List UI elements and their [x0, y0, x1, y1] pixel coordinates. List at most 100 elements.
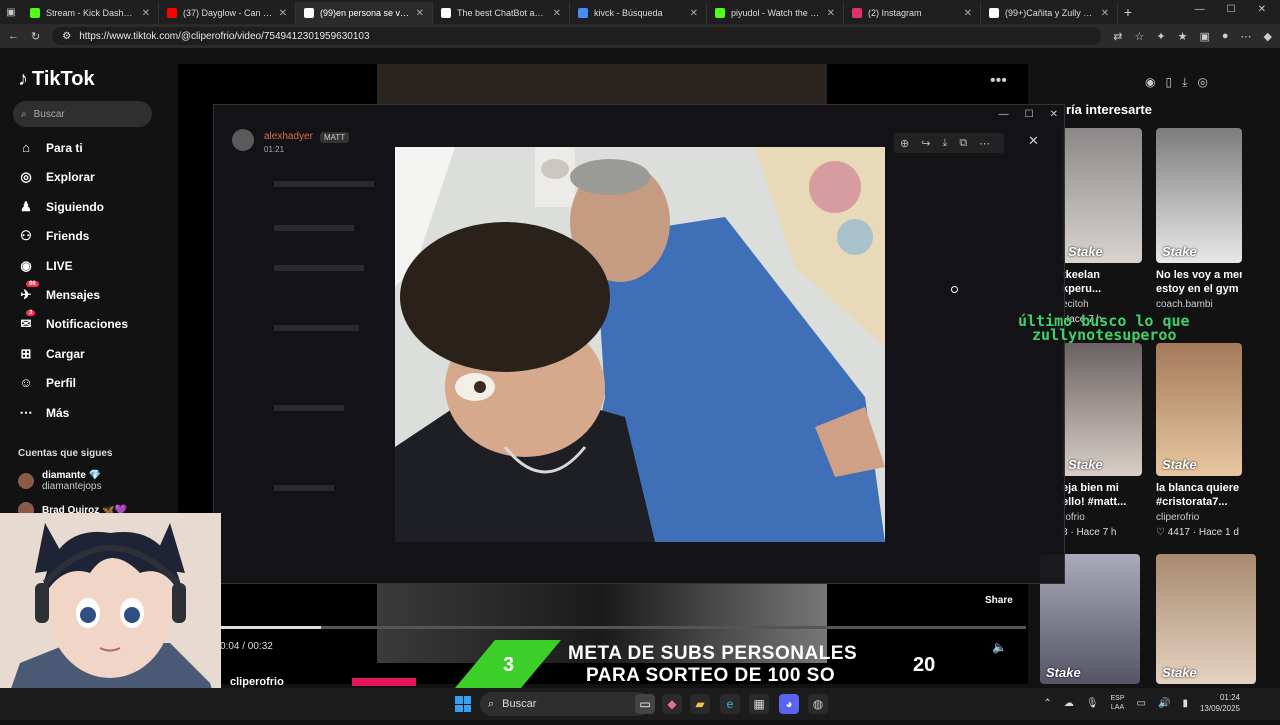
battery-icon[interactable]: ▮ [1182, 698, 1188, 709]
obs-icon[interactable]: ◍ [808, 694, 828, 714]
search-input[interactable]: ⌕ Buscar [13, 101, 152, 127]
avatar[interactable]: ◎ [1197, 75, 1207, 89]
collections-icon[interactable]: ▣ [1199, 30, 1209, 43]
open-external-icon[interactable]: ⧉ [959, 137, 967, 150]
tab-close-icon[interactable]: ✕ [279, 8, 287, 19]
browser-tab[interactable]: The best ChatBot and Widg ✕ [433, 2, 570, 24]
url-field[interactable]: ⚙ https://www.tiktok.com/@cliperofrio/vi… [52, 27, 1102, 45]
nav-item-mensajes[interactable]: ✈ 96 Mensajes [18, 281, 100, 303]
nav-item-live[interactable]: ◉ LIVE [18, 258, 72, 274]
nav-item-siguiendo[interactable]: ♟ Siguiendo [18, 199, 104, 215]
browser-tab[interactable]: (99+)Cañita y Zully Reencu ✕ [981, 2, 1118, 24]
nav-label: Para ti [46, 140, 83, 155]
share-button[interactable]: Share [985, 595, 1013, 606]
maximize-icon[interactable]: ☐ [1227, 4, 1236, 15]
menu-icon[interactable]: ⋯ [1241, 30, 1252, 43]
phone-icon[interactable]: ▯ [1165, 75, 1172, 89]
tab-close-icon[interactable]: ✕ [690, 8, 698, 19]
browser-tab[interactable]: kivck - Búsqueda ✕ [570, 2, 707, 24]
tab-close-icon[interactable]: ✕ [553, 8, 561, 19]
browser-tab[interactable]: (37) Dayglow - Can I Call You ✕ [159, 2, 296, 24]
network-icon[interactable]: ▭ [1137, 698, 1146, 709]
tab-title: (37) Dayglow - Can I Call You [183, 8, 273, 18]
tab-close-icon[interactable]: ✕ [1101, 8, 1109, 19]
video-thumbnail[interactable]: Stake [1062, 128, 1142, 263]
recommended-video-card[interactable]: Stake tkeelan kperu... ecitoh Hace 7 h [1062, 128, 1142, 325]
recommended-video-card[interactable]: Stake eja bien mi ello! #matt... rofrio … [1062, 343, 1142, 538]
recommended-video-card[interactable]: Stake [1156, 554, 1256, 684]
message-username[interactable]: alexhadyer [264, 131, 313, 142]
coin-icon[interactable]: ◉ [1145, 75, 1155, 89]
goal-title-line1: META DE SUBS PERSONALES [568, 643, 858, 664]
star-icon[interactable]: ☆ [1135, 30, 1145, 43]
viewer-dismiss-icon[interactable]: ✕ [1028, 133, 1039, 149]
site-info-icon[interactable]: ⚙ [62, 31, 71, 42]
chevron-up-icon[interactable]: ⌃ [1043, 698, 1051, 709]
zoom-icon[interactable]: ⊕ [900, 137, 909, 150]
windows-start-icon[interactable] [455, 696, 471, 712]
copilot-app-icon[interactable]: ◆ [662, 694, 682, 714]
taskbar-search[interactable]: ⌕ Buscar [480, 692, 650, 716]
nav-item-cargar[interactable]: ⊞ Cargar [18, 346, 85, 362]
download-image-icon[interactable]: ⤓ [942, 137, 947, 150]
video-author[interactable]: cliperofrio [230, 676, 284, 688]
more-options-icon[interactable]: ••• [990, 72, 1007, 90]
mic-icon[interactable]: 🎙 [1086, 698, 1099, 709]
tab-close-icon[interactable]: ✕ [964, 8, 972, 19]
viewer-close-icon[interactable]: ✕ [1050, 109, 1058, 120]
minimize-icon[interactable]: — [1195, 4, 1205, 15]
tab-actions-icon[interactable]: ▣ [0, 7, 22, 18]
discord-icon[interactable]: ◕ [779, 694, 799, 714]
nav-item-explorar[interactable]: ◎ Explorar [18, 169, 94, 185]
viewer-maximize-icon[interactable]: ☐ [1025, 109, 1034, 120]
nav-item-friends[interactable]: ⚇ Friends [18, 228, 89, 244]
video-thumbnail[interactable]: Stake [1062, 343, 1142, 476]
recommended-video-card[interactable]: Stake No les voy a mentir estoy en el gy… [1156, 128, 1242, 314]
ghost-line [274, 485, 334, 491]
video-progress-track[interactable] [220, 626, 1026, 629]
browser-tab[interactable]: Stream - Kick Dashboard ✕ [22, 2, 159, 24]
copilot-icon[interactable]: ◆ [1264, 30, 1272, 43]
reload-icon[interactable]: ↻ [31, 30, 40, 43]
ghost-line [274, 225, 354, 231]
close-window-icon[interactable]: ✕ [1258, 4, 1266, 15]
language-indicator[interactable]: ESP LAA [1111, 694, 1125, 712]
ghost-line [274, 325, 359, 331]
video-thumbnail[interactable]: Stake [1156, 343, 1242, 476]
ghost-line [274, 405, 344, 411]
download-icon[interactable]: ⤓ [1182, 75, 1187, 90]
viewer-minimize-icon[interactable]: — [999, 109, 1009, 120]
clock[interactable]: 01:24 13/09/2025 [1200, 692, 1240, 714]
favorites-icon[interactable]: ★ [1178, 30, 1188, 43]
file-explorer-icon[interactable]: ▰ [690, 694, 710, 714]
forward-icon[interactable]: ↪ [921, 137, 930, 150]
store-icon[interactable]: ▦ [749, 694, 769, 714]
tab-close-icon[interactable]: ✕ [416, 8, 424, 19]
browser-tab[interactable]: (2) Instagram ✕ [844, 2, 981, 24]
nav-item-para-ti[interactable]: ⌂ Para ti [18, 140, 83, 155]
new-tab-button[interactable]: + [1118, 4, 1138, 20]
profile-avatar-icon[interactable]: ● [1222, 30, 1229, 42]
volume-icon[interactable]: 🔈 [992, 640, 1007, 654]
nav-item-perfil[interactable]: ☺ Perfil [18, 375, 76, 390]
followed-account[interactable]: diamante 💎 diamantejops [18, 470, 101, 492]
follow-button[interactable] [352, 678, 416, 686]
recommended-video-card[interactable]: Stake la blanca quiere #cristorata7... c… [1156, 343, 1242, 538]
cloud-icon[interactable]: ☁ [1064, 698, 1074, 709]
tiktok-logo[interactable]: ♪ TikTok [18, 68, 95, 91]
extensions-icon[interactable]: ✦ [1156, 30, 1165, 43]
back-icon[interactable]: ← [8, 30, 19, 42]
browser-tab[interactable]: piyudol - Watch the VOD o ✕ [707, 2, 844, 24]
video-thumbnail[interactable]: Stake [1156, 128, 1242, 263]
more-icon[interactable]: ⋯ [979, 137, 990, 150]
tab-close-icon[interactable]: ✕ [827, 8, 835, 19]
translate-icon[interactable]: ⇄ [1113, 30, 1122, 43]
nav-item-m-s[interactable]: ⋯ Más [18, 405, 70, 421]
browser-tab[interactable]: (99)en persona se ve diferen ✕ [296, 2, 433, 24]
task-view-icon[interactable]: ▭ [635, 694, 655, 714]
video-thumbnail[interactable]: Stake [1156, 554, 1256, 684]
tab-close-icon[interactable]: ✕ [142, 8, 150, 19]
nav-item-notificaciones[interactable]: ✉ 3 Notificaciones [18, 310, 128, 332]
edge-icon[interactable]: e [720, 694, 740, 714]
volume-tray-icon[interactable]: 🔊 [1158, 698, 1170, 709]
